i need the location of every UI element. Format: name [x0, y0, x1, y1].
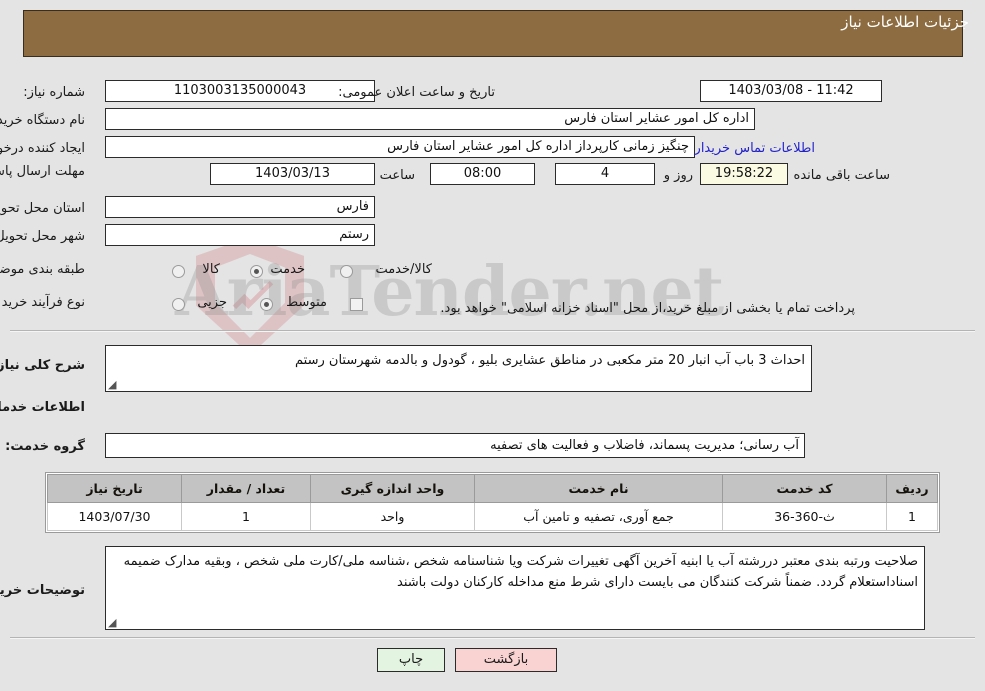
- cell-row: 1: [886, 502, 938, 531]
- back-button[interactable]: بازگشت: [455, 648, 557, 672]
- cell-qty: 1: [181, 502, 311, 531]
- th-code: کد خدمت: [722, 474, 887, 503]
- th-unit: واحد اندازه گیری: [310, 474, 475, 503]
- label-province: استان محل تحویل:: [0, 201, 85, 216]
- label-deadline-text: مهلت ارسال پاسخ: تا تاریخ:: [0, 164, 85, 179]
- radio-label-category-khedmat: خدمت: [270, 262, 305, 277]
- page-title: جزئیات اطلاعات نیاز: [841, 13, 969, 31]
- checkbox-islamic-treasury[interactable]: [350, 298, 363, 311]
- page-header: [23, 10, 963, 57]
- th-row: ردیف: [886, 474, 938, 503]
- label-deadline: مهلت ارسال پاسخ: تا تاریخ:: [0, 163, 85, 180]
- need-number-field[interactable]: 1103003135000043: [105, 80, 375, 102]
- radio-category-kala[interactable]: [172, 265, 185, 278]
- resize-grip-icon-notes[interactable]: ◢: [108, 617, 119, 628]
- remaining-days-field[interactable]: 4: [555, 163, 655, 185]
- label-service-group: گروه خدمت:: [5, 439, 85, 454]
- table-row: 1 ث-360-36 جمع آوری، تصفیه و تامین آب وا…: [47, 502, 938, 531]
- buyer-contact-link[interactable]: اطلاعات تماس خریدار: [695, 141, 815, 156]
- radio-label-process-motevaset: متوسط: [286, 295, 327, 310]
- label-days: روز و: [663, 168, 693, 183]
- label-need-number: شماره نیاز:: [23, 85, 85, 100]
- public-announce-field[interactable]: 1403/03/08 - 11:42: [700, 80, 882, 102]
- services-table: ردیف کد خدمت نام خدمت واحد اندازه گیری ت…: [45, 472, 940, 533]
- label-buyer-notes: توضیحات خریدار:: [0, 583, 85, 598]
- label-city: شهر محل تحویل:: [0, 229, 85, 244]
- watermark-text: AriaTender.net: [175, 252, 724, 332]
- label-creator: ایجاد کننده درخواست:: [0, 141, 85, 156]
- print-button[interactable]: چاپ: [377, 648, 445, 672]
- label-islamic-treasury: پرداخت تمام یا بخشی از مبلغ خرید،از محل …: [440, 301, 855, 316]
- label-buyer-org: نام دستگاه خریدار:: [0, 113, 85, 128]
- radio-label-category-kala: کالا: [202, 262, 220, 277]
- label-process: نوع فرآیند خرید :: [0, 295, 85, 310]
- th-need-date: تاریخ نیاز: [47, 474, 182, 503]
- cell-name: جمع آوری، تصفیه و تامین آب: [474, 502, 723, 531]
- table-header-row: ردیف کد خدمت نام خدمت واحد اندازه گیری ت…: [47, 474, 938, 503]
- radio-category-khedmat[interactable]: [250, 265, 263, 278]
- section-divider-2: [10, 637, 975, 639]
- label-public-announce: تاریخ و ساعت اعلان عمومی:: [338, 85, 495, 100]
- label-remaining: ساعت باقی مانده: [793, 168, 890, 183]
- label-category: طبقه بندی موضوعی:: [0, 262, 85, 277]
- deadline-date-field[interactable]: 1403/03/13: [210, 163, 375, 185]
- th-qty: تعداد / مقدار: [181, 474, 311, 503]
- buyer-notes-textarea[interactable]: صلاحیت ورتبه بندی معتبر دررشته آب یا ابن…: [105, 546, 925, 630]
- service-group-field[interactable]: آب رسانی؛ مدیریت پسماند، فاضلاب و فعالیت…: [105, 433, 805, 458]
- countdown-timer-field: 19:58:22: [700, 163, 788, 185]
- city-field[interactable]: رستم: [105, 224, 375, 246]
- radio-label-category-kala-khedmat: کالا/خدمت: [375, 262, 432, 277]
- radio-category-kala-khedmat[interactable]: [340, 265, 353, 278]
- radio-process-motevaset[interactable]: [260, 298, 273, 311]
- cell-need-date: 1403/07/30: [47, 502, 182, 531]
- deadline-time-field[interactable]: 08:00: [430, 163, 535, 185]
- section-divider-1: [10, 330, 975, 332]
- label-hour: ساعت: [379, 168, 415, 183]
- general-desc-textarea[interactable]: احداث 3 باب آب انبار 20 متر مکعبی در منا…: [105, 345, 812, 392]
- radio-label-process-jozi: جزیی: [197, 295, 227, 310]
- cell-code: ث-360-36: [722, 502, 887, 531]
- province-field[interactable]: فارس: [105, 196, 375, 218]
- general-desc-text: احداث 3 باب آب انبار 20 متر مکعبی در منا…: [295, 353, 805, 368]
- page-root: AriaTender.net جزئیات اطلاعات نیاز شماره…: [0, 0, 985, 691]
- creator-field[interactable]: چنگیز زمانی کارپرداز اداره کل امور عشایر…: [105, 136, 695, 158]
- radio-process-jozi[interactable]: [172, 298, 185, 311]
- resize-grip-icon[interactable]: ◢: [108, 379, 119, 390]
- buyer-notes-text: صلاحیت ورتبه بندی معتبر دررشته آب یا ابن…: [123, 554, 918, 590]
- buyer-org-field[interactable]: اداره کل امور عشایر استان فارس: [105, 108, 755, 130]
- label-general-desc: شرح کلی نیاز:: [0, 358, 85, 373]
- cell-unit: واحد: [310, 502, 475, 531]
- th-name: نام خدمت: [474, 474, 723, 503]
- services-info-title: اطلاعات خدمات مورد نیاز: [0, 400, 85, 415]
